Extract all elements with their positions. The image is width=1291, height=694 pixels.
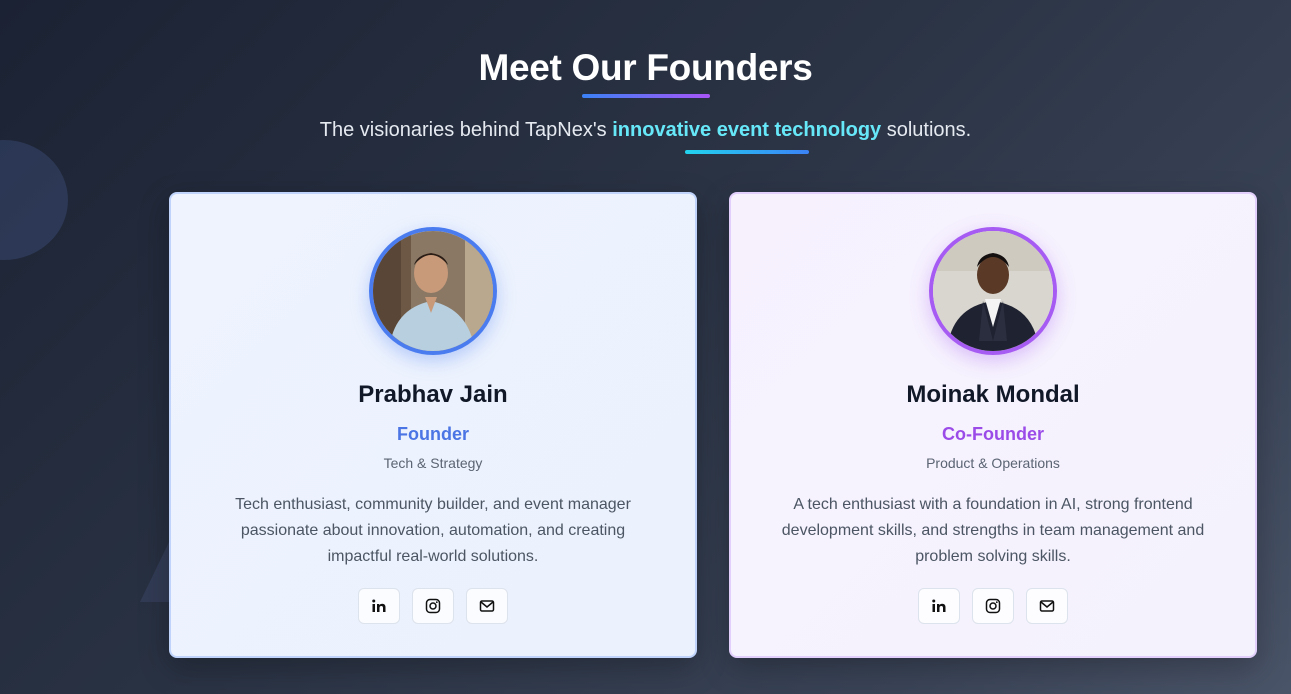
- linkedin-button[interactable]: [358, 588, 400, 624]
- section-subtitle: The visionaries behind TapNex's innovati…: [0, 116, 1291, 154]
- founder-role: Co-Founder: [942, 424, 1044, 444]
- avatar: [369, 227, 497, 355]
- linkedin-button[interactable]: [918, 588, 960, 624]
- mail-button[interactable]: [1026, 588, 1068, 624]
- founder-role: Founder: [397, 424, 469, 444]
- founder-bio: A tech enthusiast with a foundation in A…: [781, 496, 1205, 565]
- mail-button[interactable]: [466, 588, 508, 624]
- founder-focus: Tech & Strategy: [383, 455, 483, 471]
- subtitle-text-before: The visionaries behind TapNex's: [319, 119, 613, 141]
- mail-icon: [1039, 600, 1055, 612]
- subtitle-highlight: innovative event technology: [612, 116, 881, 154]
- founder-bio: Tech enthusiast, community builder, and …: [235, 496, 631, 565]
- decorative-triangle: [140, 540, 170, 602]
- decorative-circle: [0, 140, 68, 260]
- social-links: [731, 588, 1255, 624]
- subtitle-text-after: solutions.: [881, 119, 972, 141]
- founder-card-prabhav: Prabhav Jain Founder Tech & Strategy Tec…: [169, 192, 697, 658]
- founder-focus: Product & Operations: [926, 455, 1060, 471]
- title-underline: [581, 94, 710, 98]
- mail-icon: [479, 600, 495, 612]
- instagram-icon: [985, 598, 1001, 614]
- section-title: Meet Our Founders: [478, 47, 813, 88]
- linkedin-icon: [932, 599, 946, 612]
- founder-name: Moinak Mondal: [906, 381, 1080, 408]
- linkedin-icon: [372, 599, 386, 612]
- social-links: [171, 588, 695, 624]
- founder-card-moinak: Moinak Mondal Co-Founder Product & Opera…: [729, 192, 1257, 658]
- founder-name: Prabhav Jain: [358, 381, 508, 408]
- instagram-icon: [425, 598, 441, 614]
- section-header: Meet Our Founders The visionaries behind…: [0, 44, 1291, 154]
- instagram-button[interactable]: [972, 588, 1014, 624]
- instagram-button[interactable]: [412, 588, 454, 624]
- avatar: [929, 227, 1057, 355]
